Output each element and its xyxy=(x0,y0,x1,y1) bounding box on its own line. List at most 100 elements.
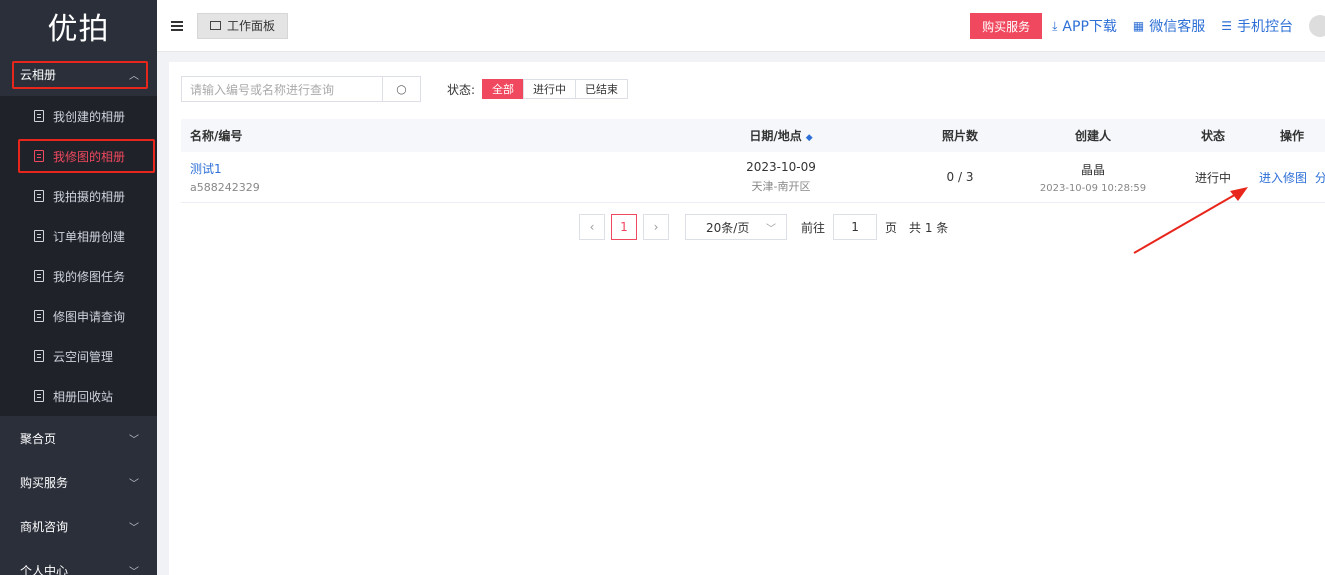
sliders-icon: ☰ xyxy=(1221,19,1232,33)
sidebar-item-label: 订单相册创建 xyxy=(53,229,126,244)
sidebar-item-label: 我的修图任务 xyxy=(53,269,126,284)
column-header-actions: 操作 xyxy=(1279,129,1304,143)
sidebar-item-retouch-request-query[interactable]: 修图申请查询 xyxy=(0,296,157,336)
link-label: APP下载 xyxy=(1062,19,1117,35)
sidebar-item-label: 我拍摄的相册 xyxy=(53,189,126,204)
column-header-label: 日期/地点 xyxy=(749,129,802,143)
cell-photos: 0 / 3 xyxy=(946,170,974,184)
document-icon xyxy=(34,390,44,402)
album-code: a588242329 xyxy=(190,181,260,194)
sidebar-item-order-album-create[interactable]: 订单相册创建 xyxy=(0,216,157,256)
chevron-down-icon: ﹀ xyxy=(129,522,139,534)
goto-label: 前往 xyxy=(801,220,826,235)
sidebar-item-album-recycle-bin[interactable]: 相册回收站 xyxy=(0,376,157,416)
document-icon xyxy=(34,310,44,322)
enter-retouch-link[interactable]: 进入修图 xyxy=(1259,171,1307,185)
mobile-console-link[interactable]: ☰ 手机控台 xyxy=(1221,16,1293,36)
wechat-service-link[interactable]: ▦ 微信客服 xyxy=(1133,16,1205,36)
album-place: 天津-南开区 xyxy=(751,180,811,193)
filter-bar: 请输入编号或名称进行查询 ○ 状态: 全部 进行中 已结束 xyxy=(181,76,629,102)
sidebar-item-label: 云空间管理 xyxy=(53,349,114,364)
submenu-cloud-album: 我创建的相册 我修图的相册 我拍摄的相册 订单相册创建 我的修图任务 修图申请查… xyxy=(0,96,157,416)
cell-name: 测试1 a588242329 xyxy=(181,160,661,194)
sidebar-item-my-retouch-albums[interactable]: 我修图的相册 xyxy=(0,136,157,176)
sidebar-item-my-created-albums[interactable]: 我创建的相册 xyxy=(0,96,157,136)
document-icon xyxy=(34,270,44,282)
column-header-status: 状态 xyxy=(1200,129,1225,143)
page-size-select[interactable]: 20条/页 ﹀ xyxy=(685,214,787,240)
prev-page-button[interactable]: ‹ xyxy=(579,214,605,240)
status-segmented-control: 全部 进行中 已结束 xyxy=(482,79,629,99)
link-label: 手机控台 xyxy=(1237,19,1293,35)
page-number-current[interactable]: 1 xyxy=(611,214,637,240)
sidebar-item-label: 修图申请查询 xyxy=(53,309,126,324)
menu-group-business-inquiry[interactable]: 商机咨询 ﹀ xyxy=(0,504,157,548)
column-header-photos: 照片数 xyxy=(941,129,978,143)
tab-workbench[interactable]: 工作面板 xyxy=(197,12,289,39)
menu-group-label: 个人中心 xyxy=(20,563,69,575)
download-icon: ⤓ xyxy=(1052,18,1058,33)
search-button[interactable]: ○ xyxy=(383,76,421,102)
sidebar-item-label: 相册回收站 xyxy=(53,389,114,404)
document-icon xyxy=(34,190,44,202)
logo-text: 优拍 xyxy=(47,12,110,47)
chevron-down-icon: ﹀ xyxy=(766,223,776,235)
chevron-down-icon: ﹀ xyxy=(129,434,139,446)
link-label: 微信客服 xyxy=(1149,19,1206,35)
column-header-name: 名称/编号 xyxy=(190,129,243,143)
menu-group-buy-service[interactable]: 购买服务 ﹀ xyxy=(0,460,157,504)
status-filter-label: 状态: xyxy=(447,82,476,97)
search-input[interactable]: 请输入编号或名称进行查询 xyxy=(181,76,383,102)
menu-group-label: 云相册 xyxy=(20,67,57,82)
menu-group-personal-center[interactable]: 个人中心 ﹀ xyxy=(0,548,157,575)
sidebar-item-label: 我创建的相册 xyxy=(53,109,126,124)
share-link[interactable]: 分享 xyxy=(1315,171,1325,185)
total-count: 共 1 条 xyxy=(909,220,949,235)
cell-actions: 进入修图 分享 xyxy=(1259,169,1325,186)
top-header: 工作面板 购买服务 ⤓ APP下载 ▦ 微信客服 ☰ 手机控台 xyxy=(157,0,1325,52)
menu-group-label: 商机咨询 xyxy=(20,519,69,534)
page-size-value: 20条/页 xyxy=(706,220,750,235)
document-icon xyxy=(34,150,44,162)
table-header: 名称/编号 日期/地点 ◆ 照片数 创建人 状态 操作 xyxy=(181,119,1325,152)
search-placeholder: 请输入编号或名称进行查询 xyxy=(190,82,335,97)
qrcode-icon: ▦ xyxy=(1132,19,1145,33)
chevron-down-icon: ﹀ xyxy=(129,478,139,490)
menu-group-aggregate-page[interactable]: 聚合页 ﹀ xyxy=(0,416,157,460)
status-option-finished[interactable]: 已结束 xyxy=(575,79,629,99)
search-icon: ○ xyxy=(396,82,407,96)
column-header-date[interactable]: 日期/地点 ◆ xyxy=(661,127,901,144)
sidebar-item-my-shot-albums[interactable]: 我拍摄的相册 xyxy=(0,176,157,216)
avatar[interactable] xyxy=(1309,15,1325,37)
chevron-down-icon: ﹀ xyxy=(129,566,139,575)
menu-group-label: 购买服务 xyxy=(20,475,69,490)
sidebar-item-label: 我修图的相册 xyxy=(53,149,126,164)
chevron-up-icon: ︿ xyxy=(129,70,139,82)
main-content: 请输入编号或名称进行查询 ○ 状态: 全部 进行中 已结束 名称/编号 日期/地… xyxy=(169,62,1325,575)
goto-page-input[interactable]: 1 xyxy=(833,214,878,240)
status-option-all[interactable]: 全部 xyxy=(482,79,525,99)
status-option-in-progress[interactable]: 进行中 xyxy=(523,79,577,99)
buy-service-button[interactable]: 购买服务 xyxy=(970,13,1043,39)
menu-toggle-icon[interactable] xyxy=(171,20,183,31)
album-name-link[interactable]: 测试1 xyxy=(190,160,661,177)
sidebar: 优拍 云相册 ︿ 我创建的相册 我修图的相册 我拍摄的相册 订单相册创建 我的修… xyxy=(0,0,157,575)
document-icon xyxy=(34,230,44,242)
sidebar-item-my-retouch-tasks[interactable]: 我的修图任务 xyxy=(0,256,157,296)
board-icon xyxy=(210,21,221,30)
logo[interactable]: 优拍 xyxy=(0,0,157,52)
column-header-creator: 创建人 xyxy=(1074,129,1111,143)
header-actions: 购买服务 ⤓ APP下载 ▦ 微信客服 ☰ 手机控台 xyxy=(970,0,1325,52)
sort-icon[interactable]: ◆ xyxy=(806,133,813,143)
sidebar-item-cloud-space[interactable]: 云空间管理 xyxy=(0,336,157,376)
menu-group-cloud-album[interactable]: 云相册 ︿ xyxy=(0,52,157,96)
annotation-arrow xyxy=(1133,187,1248,254)
menu-group-label: 聚合页 xyxy=(20,431,57,446)
tab-label: 工作面板 xyxy=(227,19,276,33)
cell-date-place: 2023-10-09 天津-南开区 xyxy=(661,160,901,194)
app-download-link[interactable]: ⤓ APP下载 xyxy=(1052,16,1117,36)
next-page-button[interactable]: › xyxy=(643,214,669,240)
document-icon xyxy=(34,110,44,122)
album-date: 2023-10-09 xyxy=(746,160,816,174)
page-unit: 页 xyxy=(885,220,898,235)
